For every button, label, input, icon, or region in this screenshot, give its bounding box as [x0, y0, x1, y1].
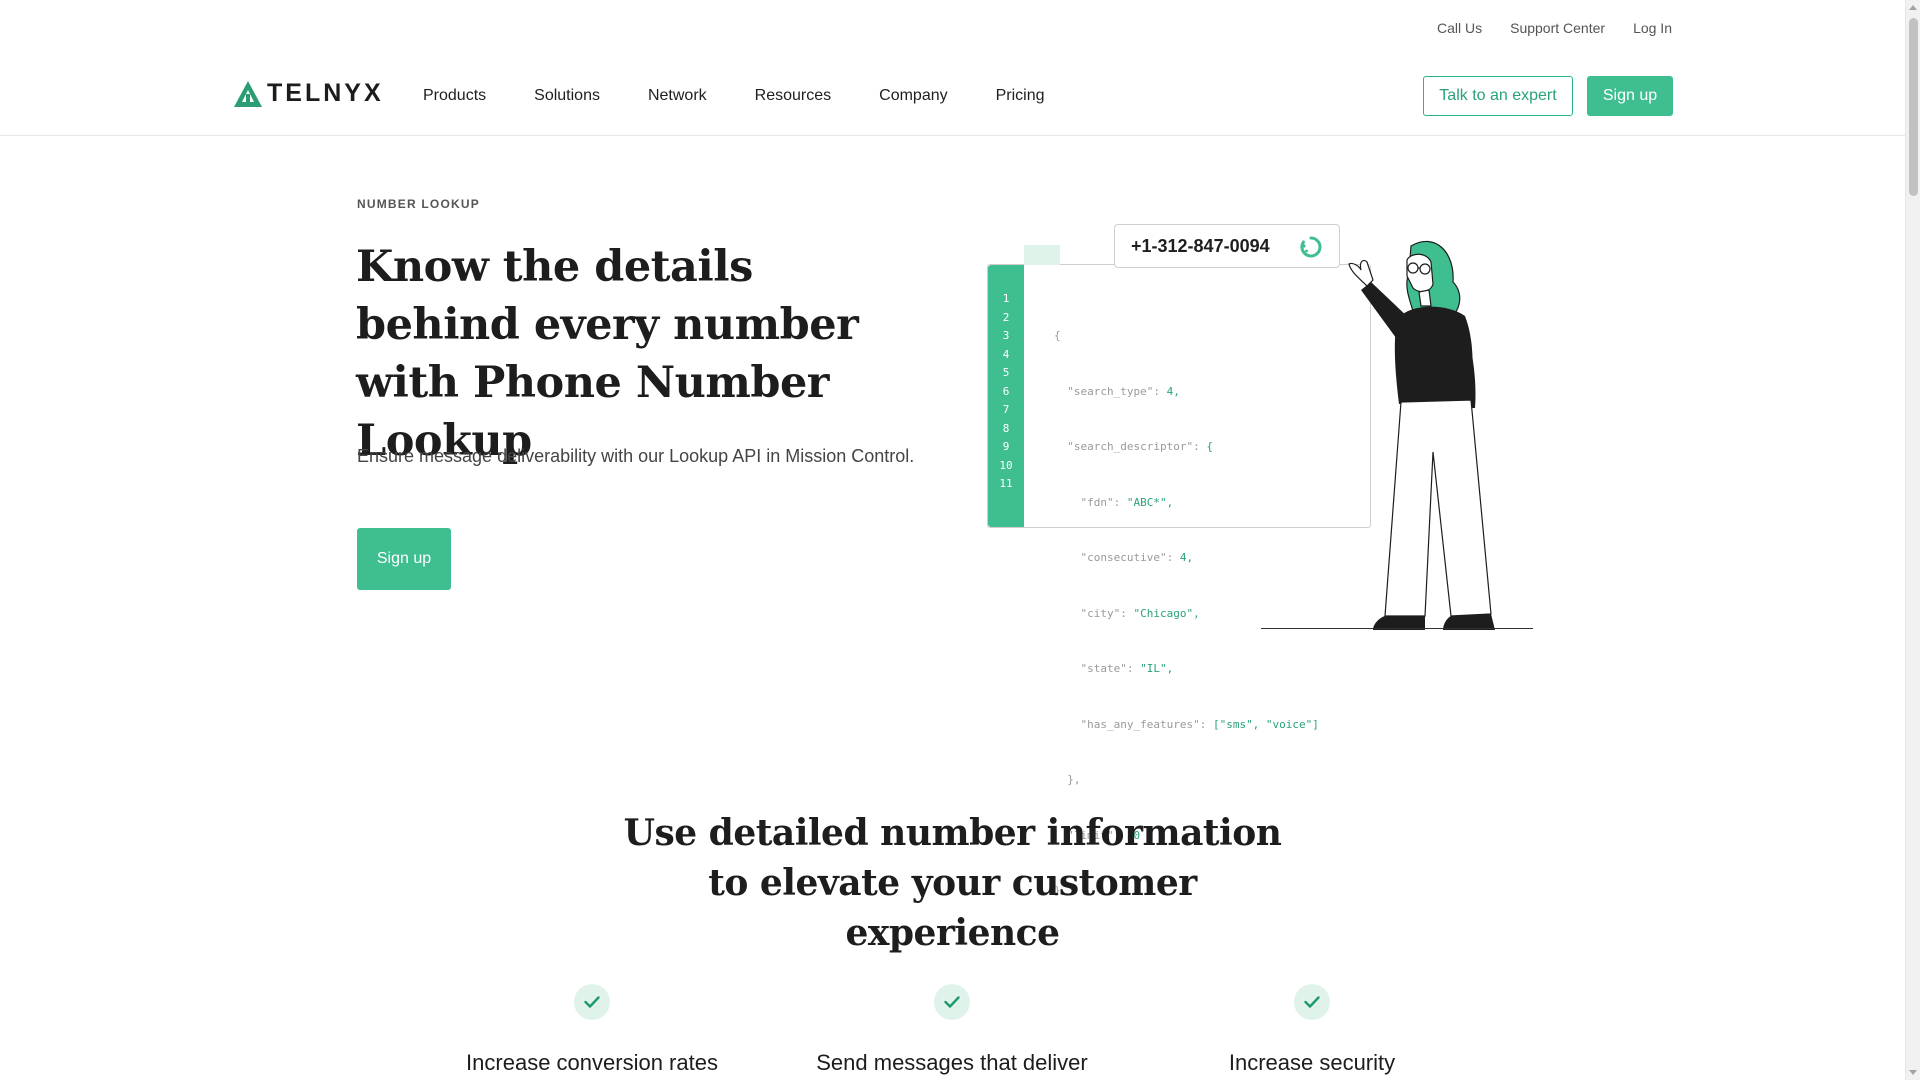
floor-line — [1261, 628, 1533, 629]
code-line: }, — [1054, 773, 1081, 786]
code-card-tab — [1024, 245, 1060, 265]
logo-mark-icon — [234, 80, 262, 107]
nav-item-solutions[interactable]: Solutions — [534, 87, 600, 105]
nav-item-products[interactable]: Products — [423, 87, 486, 105]
check-icon — [574, 984, 610, 1020]
nav-item-resources[interactable]: Resources — [755, 87, 831, 105]
call-us-link[interactable]: Call Us — [1437, 20, 1482, 36]
page-scrollbar[interactable] — [1905, 0, 1920, 1080]
feature-title: Send messages that deliver — [816, 1050, 1088, 1075]
line-number: 11 — [999, 477, 1013, 490]
nav-item-company[interactable]: Company — [879, 87, 947, 105]
code-line: "fdn": "ABC*", — [1054, 495, 1174, 509]
support-center-link[interactable]: Support Center — [1510, 20, 1605, 36]
utility-nav: Call Us Support Center Log In — [1437, 20, 1672, 36]
line-number: 5 — [1002, 366, 1010, 379]
check-icon — [1294, 984, 1330, 1020]
hero-subtitle: Ensure message deliverability with our L… — [357, 446, 915, 466]
line-number: 3 — [1002, 329, 1010, 342]
main-nav: TELNYX Products Solutions Network Resour… — [0, 68, 1905, 136]
primary-nav-links: Products Solutions Network Resources Com… — [423, 87, 1045, 105]
telnyx-logo[interactable]: TELNYX — [233, 79, 384, 108]
line-number: 10 — [999, 458, 1013, 472]
feature-title: Increase conversion rates — [466, 1050, 718, 1075]
line-numbers: 1 2 3 4 5 6 7 8 9 10 11 — [988, 290, 1024, 494]
brand-name: TELNYX — [267, 79, 384, 107]
log-in-link[interactable]: Log In — [1633, 20, 1672, 36]
line-number: 1 — [1002, 292, 1010, 305]
code-line: "search_descriptor": { — [1054, 440, 1213, 453]
scroll-up-arrow-icon[interactable] — [1909, 5, 1917, 10]
code-line: "consecutive": 4, — [1054, 551, 1194, 564]
check-icon — [934, 984, 970, 1020]
phone-number: +1-312-847-0094 — [1131, 235, 1270, 256]
code-line: "state": "IL", — [1054, 662, 1174, 675]
line-number: 9 — [1002, 440, 1010, 453]
line-number: 7 — [1002, 403, 1010, 416]
line-number: 4 — [1002, 347, 1010, 361]
code-line: "city": "Chicago", — [1054, 606, 1200, 620]
feature-card: Increase security — [1142, 984, 1482, 1076]
feature-card: Increase conversion rates — [422, 984, 762, 1076]
code-card: 1 2 3 4 5 6 7 8 9 10 11 { "search_type":… — [987, 245, 1371, 897]
scrollbar-thumb[interactable] — [1909, 18, 1918, 196]
code-line: "has_any_features": ["sms", "voice"] — [1054, 717, 1319, 731]
nav-item-pricing[interactable]: Pricing — [996, 87, 1045, 105]
phone-number-pill: +1-312-847-0094 — [1114, 224, 1340, 268]
hero-title: Know the details behind every number wit… — [356, 242, 859, 466]
woman-illustration-icon — [1348, 240, 1495, 630]
code-line: { — [1054, 329, 1061, 342]
hero-illustration: 1 2 3 4 5 6 7 8 9 10 11 { "search_type":… — [975, 218, 1545, 897]
header-sign-up-button[interactable]: Sign up — [1587, 76, 1673, 116]
talk-to-expert-button[interactable]: Talk to an expert — [1423, 76, 1573, 116]
hero-sign-up-button[interactable]: Sign up — [357, 528, 451, 590]
line-number: 2 — [1002, 310, 1010, 324]
feature-title: Increase security — [1228, 1050, 1396, 1075]
scroll-down-arrow-icon[interactable] — [1909, 1070, 1917, 1075]
line-number: 8 — [1002, 421, 1010, 435]
code-line: "search_type": 4, — [1054, 384, 1180, 398]
line-number: 6 — [1002, 384, 1010, 398]
section-title: Use detailed number information to eleva… — [623, 812, 1282, 954]
hero-eyebrow: NUMBER LOOKUP — [357, 197, 480, 211]
feature-card: Send messages that deliver — [782, 984, 1122, 1076]
nav-item-network[interactable]: Network — [648, 87, 707, 105]
